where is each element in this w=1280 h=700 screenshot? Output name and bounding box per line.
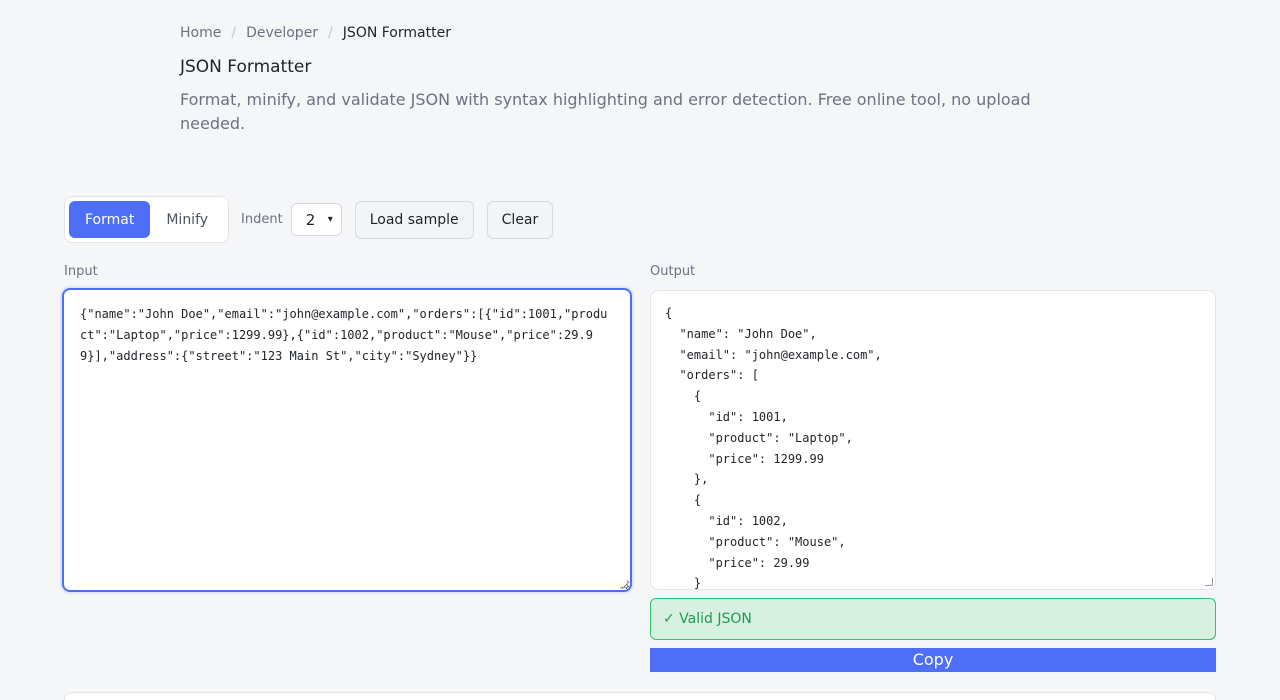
output-resize-handle[interactable] bbox=[1205, 578, 1213, 586]
input-label: Input bbox=[64, 264, 98, 279]
validation-status: ✓ Valid JSON bbox=[650, 598, 1216, 640]
chevron-down-icon: ▾ bbox=[327, 214, 333, 225]
breadcrumb-separator: / bbox=[328, 25, 333, 41]
breadcrumb-current: JSON Formatter bbox=[342, 25, 451, 41]
output-label: Output bbox=[650, 264, 696, 279]
breadcrumb: Home / Developer / JSON Formatter bbox=[180, 25, 451, 41]
indent-label: Indent bbox=[241, 212, 283, 227]
breadcrumb-separator: / bbox=[231, 25, 237, 41]
output-textarea[interactable]: { "name": "John Doe", "email": "john@exa… bbox=[650, 290, 1216, 590]
breadcrumb-home-link[interactable]: Home bbox=[180, 25, 221, 41]
clear-button[interactable]: Clear bbox=[486, 200, 554, 239]
page-description: Format, minify, and validate JSON with s… bbox=[180, 90, 1031, 133]
info-card bbox=[64, 692, 1216, 700]
page-title: JSON Formatter bbox=[180, 57, 312, 77]
load-sample-button[interactable]: Load sample bbox=[354, 200, 474, 239]
indent-select[interactable]: 2 ▾ bbox=[290, 203, 342, 236]
copy-button[interactable]: Copy bbox=[650, 648, 1216, 672]
breadcrumb-developer-link[interactable]: Developer bbox=[246, 25, 318, 41]
indent-value: 2 bbox=[305, 210, 316, 229]
format-button[interactable]: Format bbox=[69, 201, 151, 238]
mode-toggle: Format Minify bbox=[64, 196, 230, 243]
minify-button[interactable]: Minify bbox=[150, 201, 224, 238]
toolbar: Format Minify Indent 2 ▾ Load sample Cle… bbox=[64, 196, 554, 243]
input-textarea[interactable]: {"name":"John Doe","email":"john@example… bbox=[62, 288, 632, 592]
input-resize-handle[interactable] bbox=[620, 580, 628, 588]
